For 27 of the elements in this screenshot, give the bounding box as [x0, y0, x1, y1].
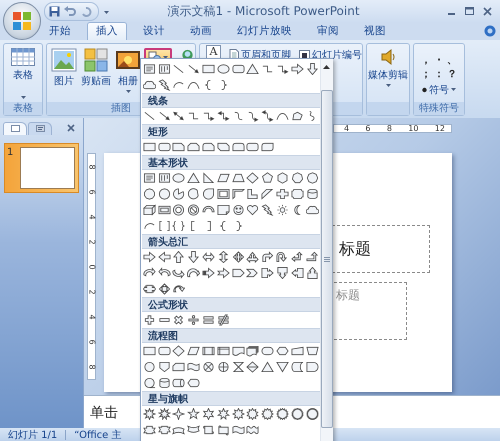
slide-counter: 幻灯片 1/1 [8, 428, 58, 441]
group-label: 特殊符号 [414, 102, 464, 115]
ruler-label: 4 [88, 214, 96, 220]
section-header: 箭头总汇 [142, 234, 320, 249]
ruler-label: 2 [88, 288, 96, 294]
section-header: 基本形状 [142, 155, 320, 170]
ruler-label: 4 [88, 314, 96, 320]
ruler-label: 12 [434, 124, 445, 132]
group-label: 表格 [4, 102, 42, 115]
ruler-label: 8 [386, 124, 392, 132]
section-header: 星与旗帜 [142, 391, 320, 406]
ruler-label: 6 [88, 188, 96, 194]
ruler-label: 10 [408, 124, 418, 132]
theme-name: “Office 主 [74, 428, 122, 441]
section-header: 矩形 [142, 124, 320, 139]
section-header: 流程图 [142, 328, 320, 343]
ruler-label: 6 [88, 338, 96, 344]
slide-number: 1 [7, 147, 14, 160]
section-header: 公式形状 [142, 297, 320, 312]
ruler-label: 0 [88, 264, 96, 270]
ruler-label: 6 [365, 124, 371, 132]
ruler-label: 8 [88, 164, 96, 170]
section-header: 线条 [142, 93, 320, 108]
ruler-label: 4 [344, 124, 350, 132]
ruler-label: 2 [88, 238, 96, 244]
ruler-label: 8 [88, 364, 96, 370]
window-title: 演示文稿1 - Microsoft PowerPoint [166, 2, 361, 20]
